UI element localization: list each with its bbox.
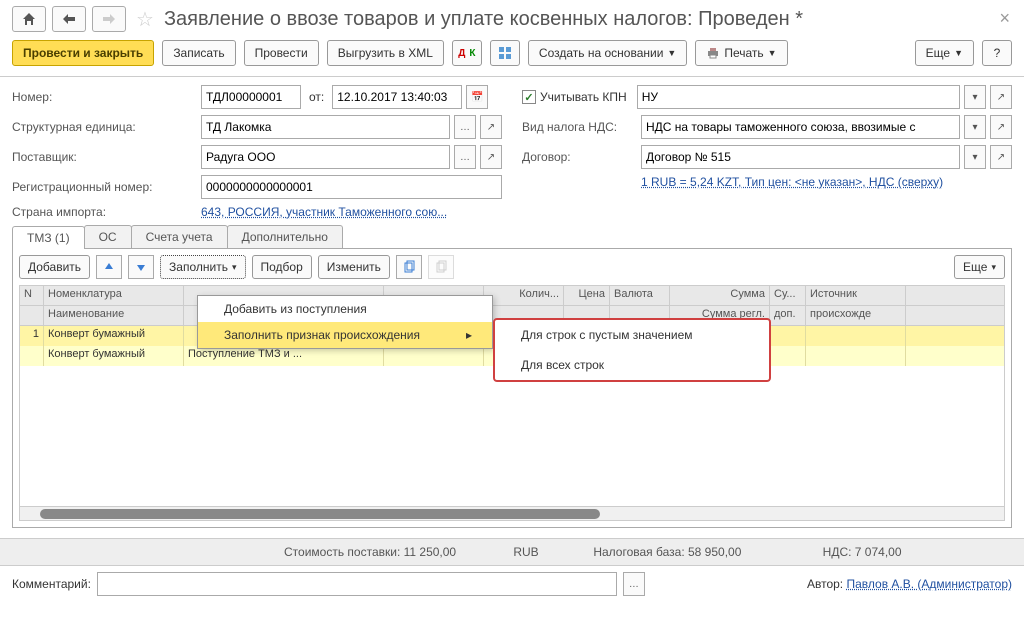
supplier-dots-icon[interactable]: … [454, 145, 476, 169]
move-up-icon[interactable] [96, 255, 122, 279]
tabs: ТМЗ (1) ОС Счета учета Дополнительно [12, 225, 1012, 249]
contract-drop-icon[interactable]: ▾ [964, 145, 986, 169]
import-country-link[interactable]: 643, РОССИЯ, участник Таможенного сою... [201, 205, 447, 219]
kpn-drop-icon[interactable]: ▾ [964, 85, 986, 109]
close-icon[interactable]: × [999, 8, 1010, 29]
comment-dots-icon[interactable]: … [623, 572, 645, 596]
unit-dots-icon[interactable]: … [454, 115, 476, 139]
more-button[interactable]: Еще▼ [915, 40, 974, 66]
comment-label: Комментарий: [12, 577, 91, 591]
kpn-checkbox[interactable]: ✓ [522, 90, 536, 104]
col-orig[interactable]: Источник [806, 286, 906, 305]
add-row-button[interactable]: Добавить [19, 255, 90, 279]
supplier-open-icon[interactable]: ↗ [480, 145, 502, 169]
create-on-basis-button[interactable]: Создать на основании▼ [528, 40, 687, 66]
help-button[interactable]: ? [982, 40, 1012, 66]
vat-open-icon[interactable]: ↗ [990, 115, 1012, 139]
star-icon[interactable]: ☆ [136, 7, 154, 32]
fill-button[interactable]: Заполнить▾ [160, 255, 245, 279]
copy-icon[interactable] [396, 255, 422, 279]
unit-input[interactable] [201, 115, 450, 139]
export-xml-button[interactable]: Выгрузить в XML [327, 40, 444, 66]
forward-button[interactable] [92, 6, 126, 32]
unit-label: Структурная единица: [12, 120, 197, 134]
comment-input[interactable] [97, 572, 617, 596]
author-label: Автор: [807, 577, 843, 591]
paste-icon[interactable] [428, 255, 454, 279]
regnum-label: Регистрационный номер: [12, 180, 197, 194]
kpn-open-icon[interactable]: ↗ [990, 85, 1012, 109]
dk-icon-button[interactable]: ДК [452, 40, 482, 66]
col-sumdop[interactable]: Су... [770, 286, 806, 305]
fill-dropdown: Добавить из поступления Заполнить призна… [197, 295, 493, 349]
author-link[interactable]: Павлов А.В. (Администратор) [847, 577, 1013, 591]
number-label: Номер: [12, 90, 197, 104]
col-sum[interactable]: Сумма [670, 286, 770, 305]
chevron-right-icon: ▸ [466, 328, 472, 342]
tab-os[interactable]: ОС [84, 225, 132, 248]
vat-total: НДС: 7 074,00 [823, 545, 1012, 559]
submenu-for-all[interactable]: Для всех строк [495, 350, 769, 380]
tax-base: Налоговая база: 58 950,00 [593, 545, 782, 559]
page-title: Заявление о ввозе товаров и уплате косве… [164, 8, 803, 31]
tab-tmz[interactable]: ТМЗ (1) [12, 226, 85, 249]
post-button[interactable]: Провести [244, 40, 319, 66]
calendar-icon[interactable]: 📅 [466, 85, 488, 109]
vat-label: Вид налога НДС: [522, 120, 637, 134]
menu-add-from-receipt[interactable]: Добавить из поступления [198, 296, 492, 322]
submenu-for-empty[interactable]: Для строк с пустым значением [495, 320, 769, 350]
select-button[interactable]: Подбор [252, 255, 312, 279]
totals-bar: Стоимость поставки: 11 250,00 RUB Налого… [0, 538, 1024, 566]
kpn-label: Учитывать КПН [540, 90, 627, 104]
save-button[interactable]: Записать [162, 40, 235, 66]
contract-input[interactable] [641, 145, 960, 169]
post-and-close-button[interactable]: Провести и закрыть [12, 40, 154, 66]
import-country-label: Страна импорта: [12, 205, 197, 219]
number-input[interactable] [201, 85, 301, 109]
vat-input[interactable] [641, 115, 960, 139]
rate-link[interactable]: 1 RUB = 5,24 KZT, Тип цен: <не указан>, … [641, 175, 943, 189]
sub-more-button[interactable]: Еще▾ [954, 255, 1005, 279]
registers-icon-button[interactable] [490, 40, 520, 66]
print-button[interactable]: Печать▼ [695, 40, 787, 66]
main-toolbar: Провести и закрыть Записать Провести Выг… [0, 32, 1024, 77]
kpn-input[interactable] [637, 85, 960, 109]
menu-fill-origin[interactable]: Заполнить признак происхождения ▸ [198, 322, 492, 348]
move-down-icon[interactable] [128, 255, 154, 279]
col-curr[interactable]: Валюта [610, 286, 670, 305]
unit-open-icon[interactable]: ↗ [480, 115, 502, 139]
fill-origin-submenu: Для строк с пустым значением Для всех ст… [493, 318, 771, 382]
col-n[interactable]: N [20, 286, 44, 305]
home-button[interactable] [12, 6, 46, 32]
supply-cost: Стоимость поставки: 11 250,00 [284, 545, 473, 559]
col-qty[interactable]: Колич... [484, 286, 564, 305]
contract-label: Договор: [522, 150, 637, 164]
col-nomen[interactable]: Номенклатура [44, 286, 184, 305]
contract-open-icon[interactable]: ↗ [990, 145, 1012, 169]
currency: RUB [513, 545, 553, 559]
regnum-input[interactable] [201, 175, 502, 199]
supplier-input[interactable] [201, 145, 450, 169]
col-price[interactable]: Цена [564, 286, 610, 305]
horizontal-scrollbar[interactable] [20, 506, 1004, 520]
change-button[interactable]: Изменить [318, 255, 390, 279]
vat-drop-icon[interactable]: ▾ [964, 115, 986, 139]
date-input[interactable] [332, 85, 462, 109]
tab-accounts[interactable]: Счета учета [131, 225, 228, 248]
supplier-label: Поставщик: [12, 150, 197, 164]
tab-additional[interactable]: Дополнительно [227, 225, 343, 248]
back-button[interactable] [52, 6, 86, 32]
from-label: от: [309, 90, 324, 104]
